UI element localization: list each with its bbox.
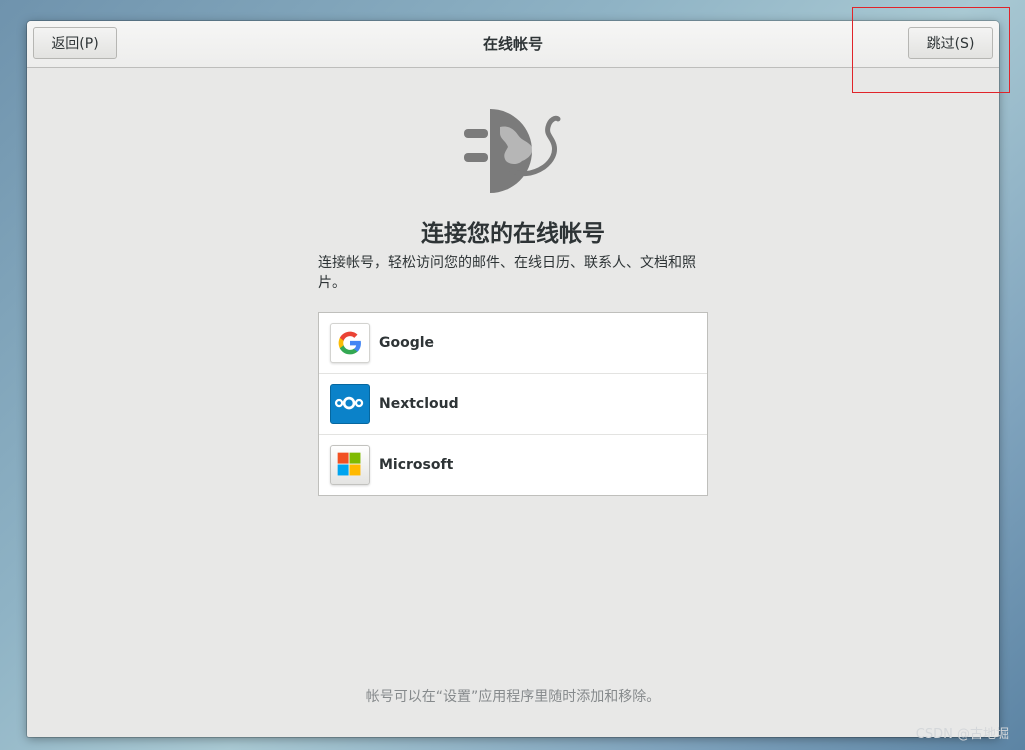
page-description: 连接帐号，轻松访问您的邮件、在线日历、联系人、文档和照片。 (318, 255, 696, 291)
watermark-text: CSDN @古地堀 (915, 727, 1009, 742)
provider-microsoft[interactable]: Microsoft (319, 435, 707, 496)
provider-microsoft-label: Microsoft (379, 457, 454, 473)
header-bar: 返回(P) 在线帐号 跳过(S) (27, 21, 999, 68)
microsoft-icon (330, 445, 370, 485)
window-title: 在线帐号 (482, 35, 543, 53)
setup-window: 返回(P) 在线帐号 跳过(S) 连接您的在线帐号 连接帐号，轻松访问您的邮件、… (27, 21, 999, 737)
online-accounts-icon (464, 109, 561, 193)
google-icon (330, 323, 370, 363)
provider-list: Google Nextcloud Microsoft (318, 312, 708, 496)
nextcloud-icon (330, 384, 370, 424)
footnote-text: 帐号可以在“设置”应用程序里随时添加和移除。 (365, 689, 661, 705)
page-heading: 连接您的在线帐号 (421, 221, 605, 247)
provider-nextcloud[interactable]: Nextcloud (319, 374, 707, 435)
provider-nextcloud-label: Nextcloud (379, 396, 459, 412)
provider-google[interactable]: Google (319, 313, 707, 374)
skip-button[interactable]: 跳过(S) (908, 27, 993, 59)
provider-google-label: Google (379, 335, 435, 351)
